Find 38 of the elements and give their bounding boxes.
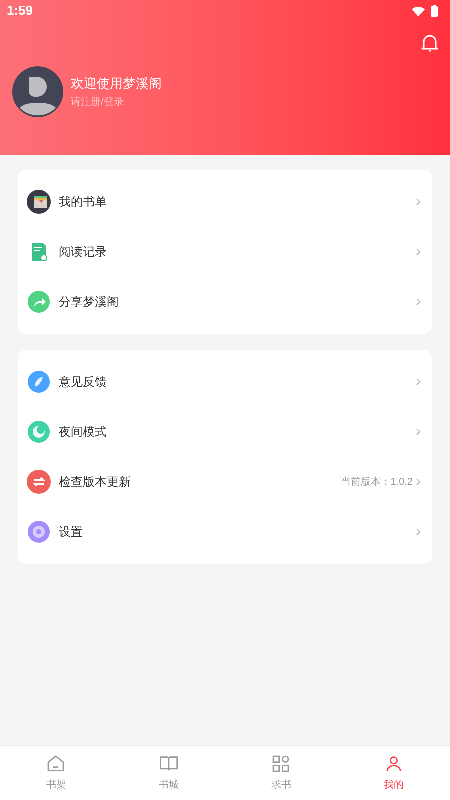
menu-item[interactable]: 检查版本更新 当前版本：1.0.2 xyxy=(18,457,432,507)
user-icon xyxy=(384,754,404,774)
welcome-title: 欢迎使用梦溪阁 xyxy=(71,74,162,93)
battery-icon xyxy=(431,5,438,17)
menu-item-label: 意见反馈 xyxy=(59,374,107,391)
menu-item-label: 分享梦溪阁 xyxy=(59,294,119,311)
menu-item[interactable]: 分享梦溪阁 xyxy=(18,277,432,327)
share-icon xyxy=(27,290,51,314)
menu-item-label: 阅读记录 xyxy=(59,244,107,261)
chevron-right-icon xyxy=(416,248,422,256)
settings-icon xyxy=(27,520,51,544)
menu-item[interactable]: 夜间模式 xyxy=(18,407,432,457)
chevron-right-icon xyxy=(416,378,422,386)
menu-item[interactable]: 我的书单 xyxy=(18,177,432,227)
chevron-right-icon xyxy=(416,428,422,436)
version-text: 当前版本：1.0.2 xyxy=(340,476,413,490)
refresh-icon xyxy=(27,470,51,494)
book-icon xyxy=(158,754,179,774)
chevron-right-icon xyxy=(416,198,422,206)
menu-item-label: 我的书单 xyxy=(59,194,107,211)
chevron-right-icon xyxy=(416,298,422,306)
nav-tab[interactable]: 我的 xyxy=(338,746,450,800)
menu-item-label: 检查版本更新 xyxy=(59,474,131,491)
chevron-right-icon xyxy=(416,478,422,486)
moon-icon xyxy=(27,420,51,444)
wifi-icon xyxy=(412,6,425,16)
menu-item[interactable]: 设置 xyxy=(18,507,432,557)
grid-icon xyxy=(271,754,292,774)
chevron-right-icon xyxy=(416,528,422,536)
menu-item-label: 夜间模式 xyxy=(59,424,107,441)
avatar-icon[interactable] xyxy=(12,66,64,118)
wallet-icon xyxy=(27,190,51,214)
menu-item[interactable]: 阅读记录 xyxy=(18,227,432,277)
home-icon xyxy=(46,754,66,774)
menu-item[interactable]: 意见反馈 xyxy=(18,357,432,407)
menu-item-label: 设置 xyxy=(59,524,83,541)
feather-icon xyxy=(27,370,51,394)
status-time: 1:59 xyxy=(7,2,34,20)
